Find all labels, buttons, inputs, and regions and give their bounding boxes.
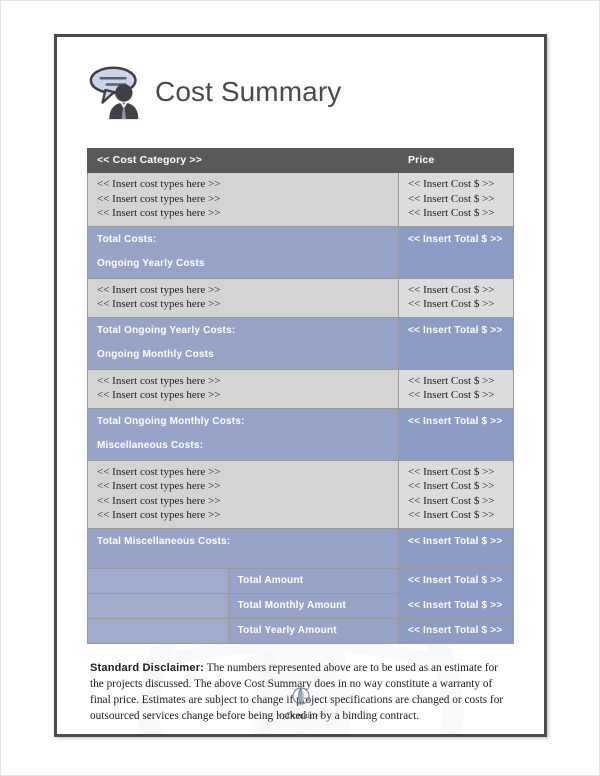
cost-value-line: << Insert Cost $ >> (407, 178, 495, 190)
cost-value-line: << Insert Cost $ >> (407, 389, 495, 402)
total-value-cell: << Insert Total $ >> (397, 316, 515, 370)
total-label: Total Miscellaneous Costs: (97, 535, 231, 547)
page-content: Cost Summary << Cost Category >> Price <… (57, 37, 544, 724)
summary-spacer-cell (87, 617, 229, 644)
cost-value-line: << Insert Cost $ >> (407, 494, 495, 507)
cost-value-cell: << Insert Cost $ >> << Insert Cost $ >> (397, 368, 515, 409)
cost-type-line: << Insert cost types here >> (97, 480, 221, 493)
screenshot-canvas: Cost Summary << Cost Category >> Price <… (0, 0, 600, 776)
cost-type-cell: << Insert cost types here >> << Insert c… (87, 172, 399, 227)
section-label: Miscellaneous Costs: (97, 439, 204, 451)
document-page: Cost Summary << Cost Category >> Price <… (54, 34, 547, 737)
total-label: Total Costs: (97, 233, 157, 245)
cost-type-line: << Insert cost types here >> (97, 374, 221, 387)
cost-value-line: << Insert Cost $ >> (407, 509, 495, 522)
cost-type-cell: << Insert cost types here >> << Insert c… (87, 368, 399, 409)
summary-spacer-cell (87, 592, 229, 619)
cost-type-line: << Insert cost types here >> (97, 389, 221, 402)
person-speech-bubble-icon (89, 66, 139, 120)
summary-spacer-cell (87, 567, 229, 594)
column-header-price: Price (397, 148, 515, 173)
total-value-cell: << Insert Total $ >> (397, 527, 515, 569)
document-footer: <<Domain>> (57, 686, 544, 720)
summary-label-cell: Total Yearly Amount (227, 617, 399, 644)
cost-type-line: << Insert cost types here >> (97, 207, 221, 220)
cost-type-cell: << Insert cost types here >> << Insert c… (87, 459, 399, 529)
cost-summary-table: << Cost Category >> Price << Insert cost… (87, 148, 515, 644)
globe-icon (291, 687, 310, 705)
total-value-cell: << Insert Total $ >> (397, 225, 515, 279)
cost-value-line: << Insert Cost $ >> (407, 480, 495, 493)
cost-value-line: << Insert Cost $ >> (407, 283, 495, 296)
summary-label-cell: Total Monthly Amount (227, 592, 399, 619)
table-total-row[interactable]: Total Miscellaneous Costs: << Insert Tot… (87, 527, 515, 569)
disclaimer-heading: Standard Disclaimer: (90, 661, 205, 674)
total-value-cell: << Insert Total $ >> (397, 407, 515, 461)
table-total-row[interactable]: Total Ongoing Monthly Costs: Miscellaneo… (87, 407, 515, 461)
cost-table-body: << Cost Category >> Price << Insert cost… (87, 148, 515, 644)
summary-row-total-amount[interactable]: Total Amount << Insert Total $ >> (87, 567, 515, 594)
cost-value-cell: << Insert Cost $ >> << Insert Cost $ >> … (397, 172, 515, 227)
table-total-row[interactable]: Total Ongoing Yearly Costs: Ongoing Mont… (87, 316, 515, 370)
cost-type-line: << Insert cost types here >> (97, 192, 221, 205)
summary-value-cell: << Insert Total $ >> (397, 617, 515, 644)
cost-value-line: << Insert Cost $ >> (407, 192, 495, 205)
section-label: Ongoing Yearly Costs (97, 257, 205, 269)
summary-row-total-monthly-amount[interactable]: Total Monthly Amount << Insert Total $ >… (87, 592, 515, 619)
footer-domain-label: <<Domain>> (277, 710, 324, 720)
table-row[interactable]: << Insert cost types here >> << Insert c… (87, 277, 515, 318)
cost-value-line: << Insert Cost $ >> (407, 465, 495, 478)
table-row[interactable]: << Insert cost types here >> << Insert c… (87, 172, 515, 227)
cost-value-cell: << Insert Cost $ >> << Insert Cost $ >> … (397, 459, 515, 529)
summary-row-total-yearly-amount[interactable]: Total Yearly Amount << Insert Total $ >> (87, 617, 515, 644)
table-header-row: << Cost Category >> Price (87, 148, 515, 173)
document-header: Cost Summary (87, 37, 514, 129)
summary-value-cell: << Insert Total $ >> (397, 567, 515, 594)
cost-value-line: << Insert Cost $ >> (407, 207, 495, 220)
total-label: Total Ongoing Monthly Costs: (97, 415, 245, 427)
table-total-row[interactable]: Total Costs: Ongoing Yearly Costs << Ins… (87, 225, 515, 279)
cost-value-line: << Insert Cost $ >> (407, 298, 495, 311)
summary-value-cell: << Insert Total $ >> (397, 592, 515, 619)
cost-type-line: << Insert cost types here >> (97, 298, 221, 311)
total-label-cell: Total Ongoing Monthly Costs: Miscellaneo… (87, 407, 399, 461)
cost-type-line: << Insert cost types here >> (97, 494, 221, 507)
page-title: Cost Summary (155, 76, 342, 107)
total-label-cell: Total Costs: Ongoing Yearly Costs (87, 225, 399, 279)
total-label: Total Ongoing Yearly Costs: (97, 324, 236, 336)
cost-type-line: << Insert cost types here >> (97, 465, 221, 478)
cost-value-line: << Insert Cost $ >> (407, 374, 495, 387)
total-label-cell: Total Ongoing Yearly Costs: Ongoing Mont… (87, 316, 399, 370)
cost-value-cell: << Insert Cost $ >> << Insert Cost $ >> (397, 277, 515, 318)
cost-type-line: << Insert cost types here >> (97, 178, 221, 190)
cost-type-line: << Insert cost types here >> (97, 509, 221, 522)
table-row[interactable]: << Insert cost types here >> << Insert c… (87, 459, 515, 529)
total-label-cell: Total Miscellaneous Costs: (87, 527, 399, 569)
summary-label-cell: Total Amount (227, 567, 399, 594)
table-row[interactable]: << Insert cost types here >> << Insert c… (87, 368, 515, 409)
column-header-cost-category: << Cost Category >> (87, 148, 399, 173)
cost-type-line: << Insert cost types here >> (97, 283, 221, 296)
section-label: Ongoing Monthly Costs (97, 348, 214, 360)
cost-type-cell: << Insert cost types here >> << Insert c… (87, 277, 399, 318)
